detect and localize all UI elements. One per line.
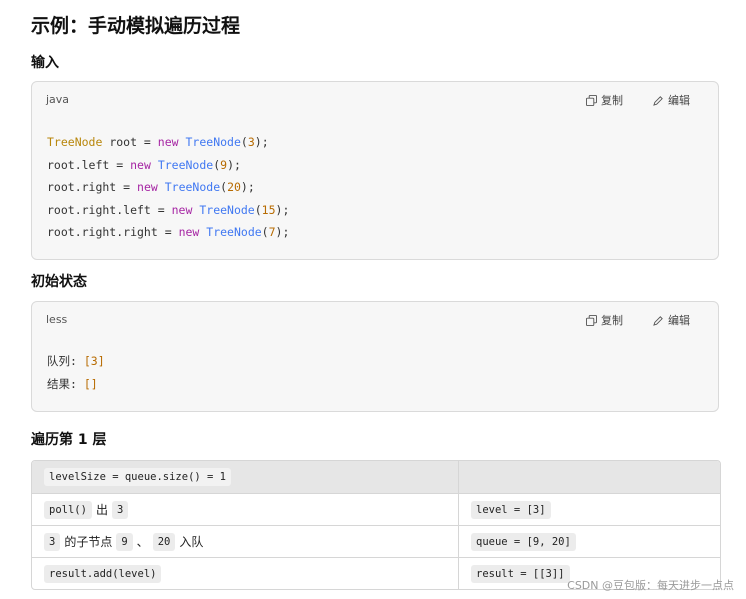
code-token: new <box>137 180 158 194</box>
code-token: ); <box>240 180 255 194</box>
code-line: 结果: [] <box>47 373 105 396</box>
inline-code: levelSize = queue.size() = 1 <box>44 468 232 486</box>
inline-code: result = [[3]] <box>471 564 570 583</box>
code-token: [] <box>83 376 98 391</box>
code-token: ( <box>240 135 248 149</box>
table-cell: 3 的子节点 9、 20 入队 <box>32 526 459 557</box>
table-header-cell <box>459 461 720 493</box>
watermark: CSDN @豆包版：每天进步一点点 <box>567 579 734 592</box>
cell-text: 、 <box>136 535 149 549</box>
edit-icon <box>653 315 663 326</box>
code-token: TreeNode <box>185 135 241 149</box>
code-token: ( <box>261 225 269 239</box>
table-cell: result.add(level) <box>32 558 459 589</box>
code-token: ( <box>254 202 262 217</box>
edit-button[interactable]: 编辑 <box>653 312 690 328</box>
edit-label: 编辑 <box>668 94 690 107</box>
code-token: ); <box>227 157 241 172</box>
table-cell: queue = [9, 20] <box>459 526 720 557</box>
inline-code: poll() <box>44 500 92 519</box>
section-heading-input: 输入 <box>31 55 59 71</box>
code-line: root.right.left = new TreeNode(15); <box>47 199 289 222</box>
code-token: root.right.left = <box>47 202 172 217</box>
table-row: 3 的子节点 9、 20 入队 queue = [9, 20] <box>32 525 720 557</box>
table-cell: level = [3] <box>459 494 720 525</box>
inline-code: 3 <box>111 500 129 519</box>
inline-code: level = [3] <box>471 500 551 519</box>
section-heading-level-1: 遍历第 1 层 <box>31 432 107 448</box>
code-token: root.right = <box>47 180 138 194</box>
code-token: 20 <box>227 180 241 194</box>
code-line: root.right = new TreeNode(20); <box>47 176 289 199</box>
code-token: new <box>178 225 200 239</box>
code-token: TreeNode <box>164 180 221 194</box>
inline-code: result.add(level) <box>44 564 162 583</box>
code-token: TreeNode <box>157 157 214 172</box>
code-content: 队列: [3] 结果: [] <box>47 350 105 395</box>
code-token: ); <box>275 202 290 217</box>
inline-code: 3 <box>44 532 61 551</box>
inline-code: queue = [9, 20] <box>471 532 576 551</box>
copy-icon <box>586 94 597 106</box>
code-language-label: java <box>46 93 70 106</box>
traversal-table: levelSize = queue.size() = 1 poll() 出 3 leve… <box>31 460 721 590</box>
code-block-less: less 复制 编辑 队列: [3] 结果: [] <box>31 301 719 412</box>
code-token: root.right.right = <box>47 225 179 239</box>
copy-icon <box>586 314 597 326</box>
section-heading-initial-state: 初始状态 <box>31 274 87 290</box>
code-token: root = <box>102 135 158 149</box>
code-line: TreeNode root = new TreeNode(3); <box>47 131 289 154</box>
page-title: 示例：手动模拟遍历过程 <box>31 15 241 37</box>
code-token: 3 <box>247 135 255 149</box>
code-token: new <box>157 135 179 149</box>
cell-text: 的子节点 <box>64 535 113 549</box>
inline-code: 20 <box>152 532 176 551</box>
code-token: TreeNode <box>199 202 255 217</box>
code-token: 15 <box>261 202 276 217</box>
code-token: 队列: <box>47 354 84 368</box>
table-header-cell: levelSize = queue.size() = 1 <box>32 461 459 493</box>
code-token: ); <box>254 135 269 149</box>
cell-text: 入队 <box>179 535 204 549</box>
cell-text: 出 <box>95 503 108 517</box>
code-line: root.right.right = new TreeNode(7); <box>47 221 289 244</box>
code-block-java: java 复制 编辑 TreeNode root = new TreeNode(… <box>31 81 719 260</box>
code-line: root.left = new TreeNode(9); <box>47 154 289 177</box>
edit-button[interactable]: 编辑 <box>653 92 690 108</box>
code-token: [3] <box>83 354 105 368</box>
inline-code: 9 <box>116 532 133 551</box>
code-content: TreeNode root = new TreeNode(3); root.lef… <box>47 131 289 244</box>
copy-button[interactable]: 复制 <box>586 92 623 108</box>
edit-label: 编辑 <box>668 314 690 327</box>
table-cell: poll() 出 3 <box>32 494 459 525</box>
code-token: ); <box>275 225 290 239</box>
copy-label: 复制 <box>601 314 623 327</box>
code-token: root.left = <box>47 157 131 172</box>
code-language-label: less <box>46 313 68 326</box>
table-row: poll() 出 3 level = [3] <box>32 493 720 525</box>
code-token: new <box>130 157 151 172</box>
code-token: 7 <box>268 225 276 239</box>
copy-button[interactable]: 复制 <box>586 312 623 328</box>
code-token: new <box>171 202 193 217</box>
code-line: 队列: [3] <box>47 350 105 373</box>
code-token: 结果: <box>47 376 84 391</box>
code-token: TreeNode <box>47 135 103 149</box>
code-token: TreeNode <box>206 225 262 239</box>
edit-icon <box>653 95 663 106</box>
copy-label: 复制 <box>601 94 623 107</box>
table-header-row: levelSize = queue.size() = 1 <box>32 461 720 493</box>
